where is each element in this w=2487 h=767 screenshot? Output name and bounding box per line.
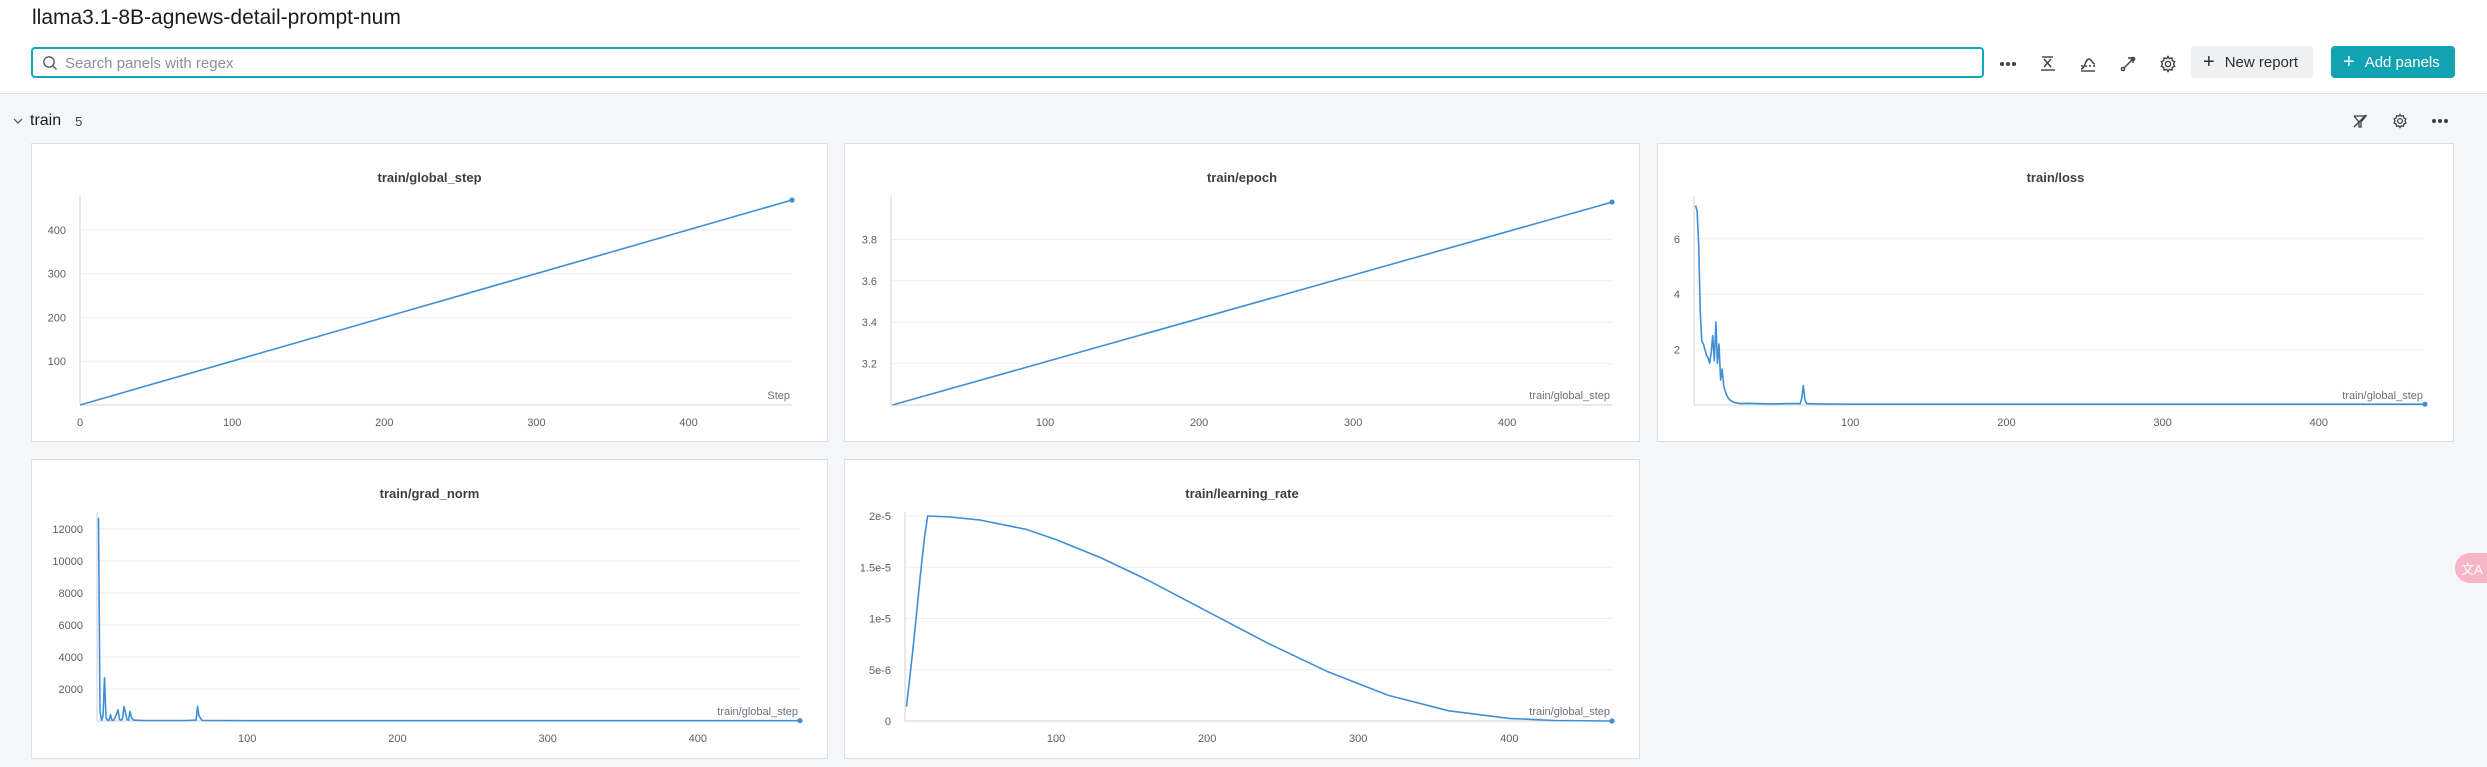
y-tick-label: 100 bbox=[48, 356, 66, 368]
y-tick-label: 3.4 bbox=[862, 317, 877, 329]
series-end-point bbox=[1609, 199, 1615, 205]
gear-icon[interactable] bbox=[2154, 50, 2182, 78]
outliers-icon[interactable] bbox=[2114, 50, 2142, 78]
y-tick-label: 0 bbox=[885, 716, 891, 728]
search-input[interactable] bbox=[65, 52, 1965, 74]
x-tick-label: 400 bbox=[689, 733, 707, 745]
search-field[interactable] bbox=[31, 47, 1984, 78]
series-line bbox=[97, 517, 800, 722]
translate-icon[interactable]: 文A bbox=[2455, 553, 2487, 583]
clear-filter-icon[interactable] bbox=[2347, 108, 2373, 134]
y-tick-label: 400 bbox=[48, 225, 66, 237]
x-tick-label: 200 bbox=[1198, 733, 1216, 745]
chart-panel-grad-norm[interactable]: train/grad_norm 2000 4000 6000 8000 10000 120… bbox=[31, 459, 828, 759]
y-tick-label: 6000 bbox=[59, 620, 83, 632]
chart-panel-learning-rate[interactable]: train/learning_rate 0 5e-6 1e-5 1.5e-5 2e-5 1… bbox=[844, 459, 1640, 759]
section-more-icon[interactable] bbox=[2427, 108, 2453, 134]
y-tick-label: 12000 bbox=[52, 524, 83, 536]
x-tick-label: 200 bbox=[1190, 417, 1208, 429]
y-tick-label: 3.2 bbox=[862, 359, 877, 371]
chart-loss: 2 4 6 100 200 300 400 train/global_step bbox=[1674, 196, 2428, 429]
chart-grad-norm: 2000 4000 6000 8000 10000 12000 100 200 300 400 tr… bbox=[52, 512, 803, 745]
x-tick-label: 300 bbox=[2153, 417, 2171, 429]
chevron-down-icon[interactable] bbox=[12, 115, 24, 127]
y-tick-label: 1e-5 bbox=[869, 614, 891, 626]
section-name: train bbox=[30, 112, 62, 129]
y-tick-label: 3.8 bbox=[862, 234, 877, 246]
y-tick-label: 2000 bbox=[59, 684, 83, 696]
chart-panel-epoch[interactable]: train/epoch 3.2 3.4 3.6 3.8 100 200 300 400 trai… bbox=[844, 143, 1640, 442]
plus-icon: + bbox=[2203, 51, 2215, 73]
x-tick-label: 100 bbox=[1047, 733, 1065, 745]
y-tick-label: 2e-5 bbox=[869, 511, 891, 523]
x-tick-label: 100 bbox=[1036, 417, 1054, 429]
chart-panel-loss[interactable]: train/loss 2 4 6 100 200 300 400 train/global_s… bbox=[1657, 143, 2454, 442]
chart-epoch: 3.2 3.4 3.6 3.8 100 200 300 400 train/global_ste… bbox=[862, 196, 1615, 429]
y-tick-label: 4 bbox=[1674, 289, 1680, 301]
series-line bbox=[892, 201, 1613, 406]
x-axis-settings-icon[interactable] bbox=[2034, 50, 2062, 78]
page-title: llama3.1-8B-agnews-detail-prompt-num bbox=[32, 6, 401, 29]
add-panels-label: Add panels bbox=[2364, 53, 2440, 71]
chart-global-step: 100 200 300 400 0 100 200 300 400 Step bbox=[48, 196, 795, 429]
series-end-point bbox=[789, 197, 795, 203]
add-panels-button[interactable]: + Add panels bbox=[2331, 46, 2455, 78]
new-report-button[interactable]: + New report bbox=[2191, 46, 2313, 78]
x-tick-label: 300 bbox=[527, 417, 545, 429]
x-tick-label: 300 bbox=[1344, 417, 1362, 429]
more-options-icon[interactable] bbox=[1994, 50, 2022, 78]
x-tick-label: 100 bbox=[238, 733, 256, 745]
x-tick-label: 400 bbox=[1498, 417, 1516, 429]
section-panel-count: 5 bbox=[75, 113, 83, 129]
y-tick-label: 10000 bbox=[52, 556, 83, 568]
series-end-point bbox=[797, 718, 803, 724]
x-tick-label: 400 bbox=[1500, 733, 1518, 745]
x-tick-label: 400 bbox=[2310, 417, 2328, 429]
series-line bbox=[79, 199, 793, 406]
series-end-point bbox=[1609, 718, 1615, 724]
x-axis-label: train/global_step bbox=[1529, 390, 1610, 402]
chart-learning-rate: 0 5e-6 1e-5 1.5e-5 2e-5 100 200 300 400 train/glo… bbox=[860, 511, 1615, 745]
x-tick-label: 100 bbox=[1841, 417, 1859, 429]
smoothing-icon[interactable] bbox=[2074, 50, 2102, 78]
series-line bbox=[1694, 205, 2425, 406]
x-tick-label: 0 bbox=[77, 417, 83, 429]
chart-panel-global-step[interactable]: train/global_step 100 200 300 400 0 100 200 300… bbox=[31, 143, 828, 442]
section-header[interactable]: train 5 bbox=[12, 110, 82, 132]
y-tick-label: 200 bbox=[48, 312, 66, 324]
y-tick-label: 8000 bbox=[59, 588, 83, 600]
series-end-point bbox=[2422, 401, 2428, 407]
x-axis-label: Step bbox=[767, 390, 790, 402]
x-tick-label: 100 bbox=[223, 417, 241, 429]
y-tick-label: 1.5e-5 bbox=[860, 562, 891, 574]
x-tick-label: 200 bbox=[1997, 417, 2015, 429]
x-tick-label: 200 bbox=[388, 733, 406, 745]
x-axis-label: train/global_step bbox=[717, 706, 798, 718]
y-tick-label: 2 bbox=[1674, 345, 1680, 357]
y-tick-label: 6 bbox=[1674, 234, 1680, 246]
y-tick-label: 5e-6 bbox=[869, 665, 891, 677]
new-report-label: New report bbox=[2224, 53, 2299, 71]
x-tick-label: 400 bbox=[679, 417, 697, 429]
x-axis-label: train/global_step bbox=[1529, 706, 1610, 718]
x-tick-label: 300 bbox=[1349, 733, 1367, 745]
plus-icon: + bbox=[2343, 51, 2355, 73]
page-header: llama3.1-8B-agnews-detail-prompt-num + N… bbox=[0, 0, 2487, 94]
y-tick-label: 3.6 bbox=[862, 276, 877, 288]
x-tick-label: 200 bbox=[375, 417, 393, 429]
y-tick-label: 300 bbox=[48, 269, 66, 281]
section-gear-icon[interactable] bbox=[2387, 108, 2413, 134]
x-tick-label: 300 bbox=[538, 733, 556, 745]
y-tick-label: 4000 bbox=[59, 652, 83, 664]
x-axis-label: train/global_step bbox=[2342, 390, 2423, 402]
search-icon bbox=[43, 56, 57, 70]
